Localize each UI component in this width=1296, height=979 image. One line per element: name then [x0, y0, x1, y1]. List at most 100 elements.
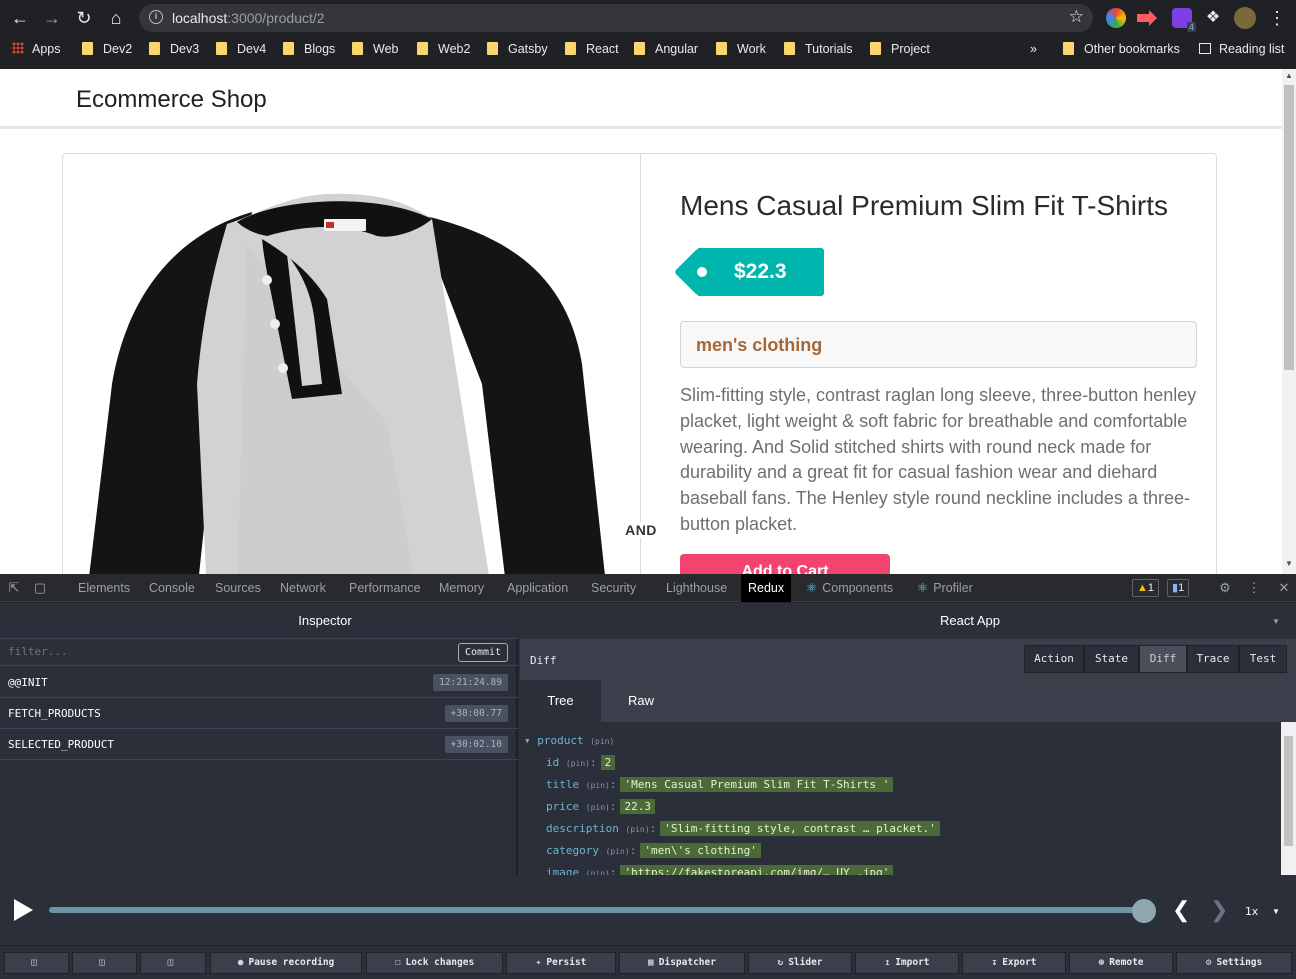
settings-gear-icon[interactable]: ⚙ [1217, 580, 1233, 596]
pin-label[interactable]: (pin) [625, 825, 649, 834]
tab-tree[interactable]: Tree [520, 680, 601, 722]
action-filter-input[interactable] [8, 645, 408, 658]
tab-test[interactable]: Test [1239, 645, 1287, 673]
pin-label[interactable]: (pin) [590, 737, 614, 746]
tab-state[interactable]: State [1084, 645, 1139, 673]
add-to-cart-button[interactable]: Add to Cart [680, 554, 890, 574]
tab-application[interactable]: Application [507, 574, 568, 602]
instance-selector[interactable]: Inspector ▼ [0, 603, 634, 639]
action-row[interactable]: SELECTED_PRODUCT +30:02.10 [0, 729, 518, 760]
tab-components[interactable]: ⚛ Components [806, 574, 893, 602]
bookmark-web2[interactable]: Web2 [417, 42, 470, 58]
settings-button[interactable]: ⚙ Settings [1176, 952, 1292, 974]
profile-avatar[interactable] [1234, 7, 1256, 29]
tab-trace[interactable]: Trace [1187, 645, 1239, 673]
site-info-icon[interactable]: i [149, 10, 163, 24]
tab-diff[interactable]: Diff [1139, 645, 1187, 673]
extensions-puzzle-icon[interactable]: ❖ [1201, 6, 1225, 30]
tree-entry[interactable]: image (pin):'https://fakestoreapi.com/im… [546, 865, 894, 875]
forward-arrow-icon[interactable]: → [40, 6, 64, 30]
tab-memory[interactable]: Memory [439, 574, 484, 602]
pin-label[interactable]: (pin) [586, 803, 610, 812]
messages-badge[interactable]: ▮1 [1167, 579, 1190, 597]
play-icon[interactable] [14, 899, 33, 921]
pin-label[interactable]: (pin) [586, 781, 610, 790]
address-bar[interactable]: i localhost:3000/product/2 ☆ [139, 4, 1093, 32]
kebab-menu-icon[interactable]: ⋮ [1265, 6, 1289, 30]
bookmark-gatsby[interactable]: Gatsby [487, 42, 548, 58]
url-text[interactable]: localhost:3000/product/2 [172, 10, 325, 26]
bookmark-angular[interactable]: Angular [634, 42, 698, 58]
tab-raw[interactable]: Raw [601, 680, 681, 722]
tab-elements[interactable]: Elements [78, 574, 130, 602]
import-button[interactable]: ↥ Import [855, 952, 959, 974]
redux-extension-icon[interactable]: 4 [1172, 8, 1196, 32]
tab-sources[interactable]: Sources [215, 574, 261, 602]
commit-button[interactable]: Commit [458, 643, 508, 662]
bookmark-star-icon[interactable]: ☆ [1069, 7, 1084, 27]
tree-entry[interactable]: title (pin): 'Mens Casual Premium Slim Fi… [546, 777, 894, 792]
bookmark-other[interactable]: Other bookmarks [1063, 42, 1180, 58]
reading-list-button[interactable]: Reading list [1199, 42, 1284, 58]
tree-entry[interactable]: id (pin): 2 [546, 755, 616, 770]
bookmark-apps[interactable]: Apps [12, 42, 61, 58]
bookmark-project[interactable]: Project [870, 42, 930, 58]
tab-network[interactable]: Network [280, 574, 326, 602]
tab-lighthouse[interactable]: Lighthouse [666, 574, 727, 602]
bookmarks-overflow-button[interactable]: » [1030, 42, 1037, 58]
device-toggle-icon[interactable]: ▢ [32, 580, 48, 596]
page-scrollbar[interactable]: ▲ ▼ [1282, 69, 1296, 574]
inspect-element-icon[interactable]: ⇱ [6, 580, 22, 596]
layout-right-button[interactable]: ◫ [72, 952, 137, 974]
dispatcher-button[interactable]: ▩ Dispatcher [619, 952, 745, 974]
brand-title[interactable]: Ecommerce Shop [76, 86, 267, 114]
tree-entry[interactable]: price (pin): 22.3 [546, 799, 655, 814]
tree-entry[interactable]: description (pin): 'Slim-fitting style, c… [546, 821, 940, 836]
expand-arrow-icon[interactable]: ▾ [524, 734, 537, 747]
close-devtools-icon[interactable]: ✕ [1276, 580, 1292, 596]
scroll-down-icon[interactable]: ▼ [1285, 559, 1293, 568]
remote-button[interactable]: ⊛ Remote [1069, 952, 1173, 974]
slider-button[interactable]: ↻ Slider [748, 952, 852, 974]
playback-speed[interactable]: 1x [1245, 905, 1258, 918]
chevron-down-icon[interactable]: ▼ [1272, 617, 1280, 626]
devtools-menu-icon[interactable]: ⋮ [1246, 580, 1262, 596]
action-row[interactable]: FETCH_PRODUCTS +30:00.77 [0, 698, 518, 729]
home-icon[interactable]: ⌂ [104, 6, 128, 30]
pin-label[interactable]: (pin) [606, 847, 630, 856]
chevron-down-icon[interactable]: ▼ [1272, 907, 1280, 916]
warnings-badge[interactable]: ▲1 [1132, 579, 1160, 597]
persist-button[interactable]: ✦ Persist [506, 952, 616, 974]
back-arrow-icon[interactable]: ← [8, 6, 32, 30]
layout-left-button[interactable]: ◫ [4, 952, 69, 974]
bookmark-tutorials[interactable]: Tutorials [784, 42, 852, 58]
tree-scrollbar-thumb[interactable] [1284, 736, 1293, 846]
slider-track[interactable] [49, 907, 1146, 913]
bookmark-blogs[interactable]: Blogs [283, 42, 335, 58]
scroll-up-icon[interactable]: ▲ [1285, 71, 1293, 80]
previous-action-icon[interactable]: ❮ [1172, 897, 1190, 923]
tab-console[interactable]: Console [149, 574, 195, 602]
bookmark-work[interactable]: Work [716, 42, 766, 58]
slider-knob[interactable] [1132, 899, 1156, 923]
color-picker-extension-icon[interactable] [1106, 8, 1126, 28]
arrow-extension-icon[interactable] [1137, 10, 1157, 26]
app-selector[interactable]: React App ▼ [520, 603, 1296, 639]
tab-profiler[interactable]: ⚛ Profiler [917, 574, 973, 602]
export-button[interactable]: ↧ Export [962, 952, 1066, 974]
next-action-icon[interactable]: ❯ [1210, 897, 1228, 923]
tab-security[interactable]: Security [591, 574, 636, 602]
layout-bottom-button[interactable]: ◫ [140, 952, 206, 974]
bookmark-dev3[interactable]: Dev3 [149, 42, 199, 58]
tree-root[interactable]: ▾ product (pin) [524, 734, 614, 747]
pause-recording-button[interactable]: ● Pause recording [210, 952, 362, 974]
tab-action[interactable]: Action [1024, 645, 1084, 673]
tab-redux[interactable]: Redux [741, 574, 792, 602]
tree-entry[interactable]: category (pin):'men\'s clothing' [546, 843, 761, 858]
bookmark-dev2[interactable]: Dev2 [82, 42, 132, 58]
scrollbar-thumb[interactable] [1284, 85, 1294, 370]
tree-scrollbar[interactable] [1281, 722, 1296, 875]
lock-changes-button[interactable]: ☐ Lock changes [366, 952, 503, 974]
action-row[interactable]: @@INIT 12:21:24.89 [0, 667, 518, 698]
pin-label[interactable]: (pin) [566, 759, 590, 768]
